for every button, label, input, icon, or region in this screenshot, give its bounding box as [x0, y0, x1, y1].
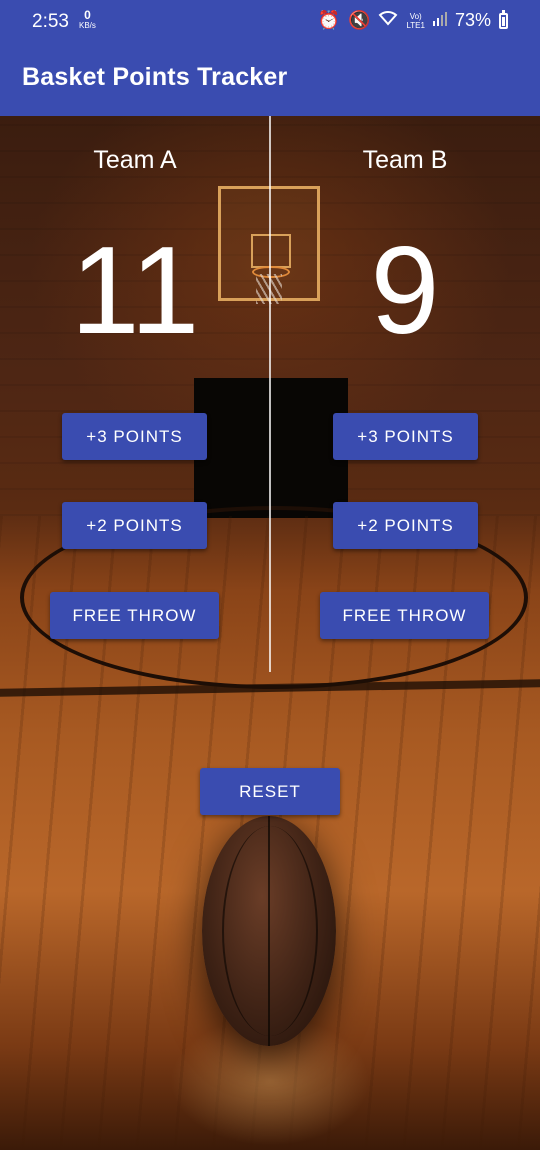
status-time: 2:53 [32, 11, 69, 32]
network-speed-unit: KB/s [79, 21, 96, 30]
volte-icon: Vo) LTE1 [406, 11, 425, 30]
status-bar: 2:53 0 KB/s ⏰ 🔇 Vo) LTE1 73% [0, 0, 540, 44]
team-b-score: 9 [370, 222, 440, 360]
team-b-free-throw-button[interactable]: FREE THROW [320, 592, 489, 639]
basketball [202, 816, 336, 1046]
battery-percent: 73% [454, 10, 491, 30]
app-bar: 2:53 0 KB/s ⏰ 🔇 Vo) LTE1 73% Basket Poin… [0, 0, 540, 116]
network-speed-value: 0 [84, 8, 91, 22]
team-a-score: 11 [70, 222, 200, 360]
team-a-name: Team A [93, 146, 177, 174]
alarm-icon: ⏰ [317, 10, 341, 30]
team-divider [269, 116, 271, 672]
wifi-icon [378, 10, 398, 31]
team-b-plus-two-button[interactable]: +2 POINTS [333, 502, 478, 549]
mute-icon: 🔇 [348, 10, 371, 30]
status-icons: ⏰ 🔇 Vo) LTE1 73% [317, 9, 508, 31]
team-b-name: Team B [362, 146, 448, 174]
doorway [194, 378, 348, 518]
team-a-free-throw-button[interactable]: FREE THROW [50, 592, 219, 639]
signal-icon [432, 10, 447, 31]
app-title: Basket Points Tracker [22, 63, 288, 91]
team-a-plus-two-button[interactable]: +2 POINTS [62, 502, 207, 549]
battery-icon [499, 9, 508, 29]
reset-button[interactable]: RESET [200, 768, 340, 815]
team-b-plus-three-button[interactable]: +3 POINTS [333, 413, 478, 460]
team-a-plus-three-button[interactable]: +3 POINTS [62, 413, 207, 460]
network-speed-indicator: 0 KB/s [79, 8, 96, 30]
